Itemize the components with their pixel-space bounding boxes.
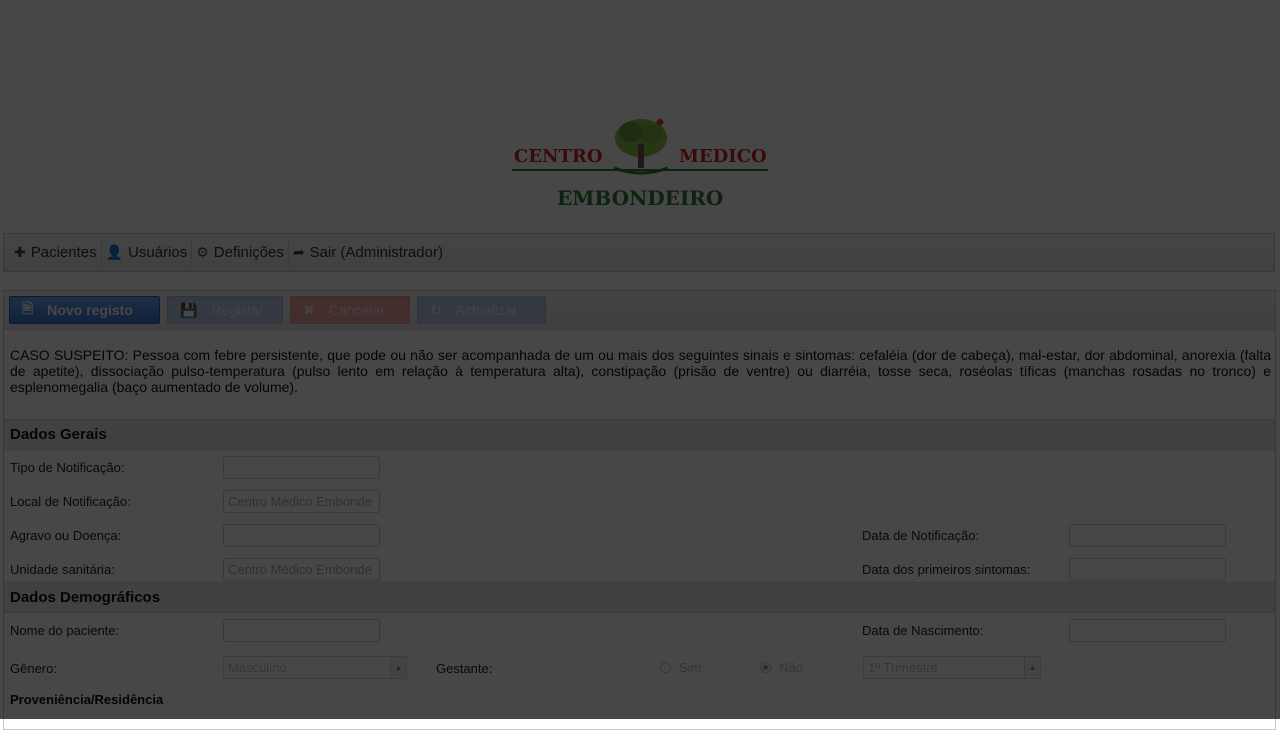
gear-icon: ⚙ <box>196 244 209 260</box>
new-record-button[interactable]: 🗎 Novo registo <box>9 296 160 324</box>
radio-sim-label: Sim <box>679 660 702 675</box>
register-button[interactable]: 💾 Registar <box>167 296 283 324</box>
logo-word-right: MEDICO <box>679 146 767 167</box>
section-dados-demograficos: Dados Demográficos <box>4 582 1275 613</box>
logo-word-bottom: EMBONDEIRO <box>557 186 724 210</box>
menu-item-label: Definições <box>213 244 284 261</box>
close-icon: ✖ <box>303 301 315 318</box>
header: CENTRO MEDICO EMBONDEIRO <box>0 0 1280 232</box>
nome-input[interactable] <box>223 619 380 642</box>
genero-label: Gênero: <box>10 661 57 676</box>
cancel-button[interactable]: ✖ Cancelar <box>290 296 410 324</box>
gestante-radio-sim[interactable]: Sim <box>660 660 701 675</box>
menu-item-usuarios[interactable]: 👤 Usuários <box>102 239 193 266</box>
radio-nao-label: Não <box>779 660 803 675</box>
menu-item-label: Pacientes <box>30 244 97 261</box>
form-panel: 🗎 Novo registo 💾 Registar ✖ Cancelar ↻ A… <box>3 290 1276 730</box>
gestante-radio-nao[interactable]: Não <box>760 660 803 675</box>
update-button[interactable]: ↻ Actualizar <box>417 296 546 324</box>
radio-dot <box>660 662 671 673</box>
nome-label: Nome do paciente: <box>10 623 120 638</box>
unidade-input[interactable] <box>223 558 380 581</box>
logo-word-left: CENTRO <box>514 146 603 167</box>
menu-item-label: Usuários <box>128 244 188 261</box>
chevron-down-icon: ▲ <box>1024 657 1040 678</box>
unidade-label: Unidade sanitária: <box>10 562 115 577</box>
document-icon: 🗎 <box>22 300 34 316</box>
row-unidade: Unidade sanitária: Data dos primeiros si… <box>4 552 1275 586</box>
logo: CENTRO MEDICO EMBONDEIRO <box>512 114 770 210</box>
main-menu: ✚ Pacientes 👤 Usuários ⚙ Definições ➦ Sa… <box>3 233 1275 272</box>
tree-logo-icon <box>613 118 669 175</box>
agravo-input[interactable] <box>223 524 380 547</box>
sign-out-icon: ➦ <box>292 244 305 260</box>
trimestre-selected: 1º Trimestre <box>868 660 938 675</box>
nascimento-label: Data de Nascimento: <box>862 623 984 638</box>
local-notificacao-label: Local de Notificação: <box>10 494 131 509</box>
case-description: CASO SUSPEITO: Pessoa com febre persiste… <box>10 347 1271 395</box>
agravo-label: Agravo ou Doença: <box>10 528 122 543</box>
gestante-label: Gestante: <box>436 661 493 676</box>
data-notificacao-label: Data de Notificação: <box>862 528 980 543</box>
proveniencia-heading: Proveniência/Residência <box>10 692 164 707</box>
data-notificacao-input[interactable] <box>1069 524 1226 547</box>
menu-item-pacientes[interactable]: ✚ Pacientes <box>10 239 102 266</box>
row-tipo-notificacao: Tipo de Notificação: <box>4 450 1275 484</box>
user-icon: 👤 <box>105 244 124 260</box>
row-local-notificacao: Local de Notificação: <box>4 484 1275 518</box>
genero-select[interactable]: Masculino ▲ <box>223 656 407 679</box>
menu-item-sair[interactable]: ➦ Sair (Administrador) <box>289 240 447 266</box>
save-icon: 💾 <box>180 301 198 318</box>
nascimento-input[interactable] <box>1069 619 1226 642</box>
trimestre-select[interactable]: 1º Trimestre ▲ <box>863 656 1041 679</box>
genero-selected: Masculino <box>228 660 287 675</box>
new-record-label: Novo registo <box>47 302 133 318</box>
row-genero: Gênero: Masculino ▲ Gestante: Sim Não 1º… <box>4 647 1275 685</box>
register-label: Registar <box>211 302 264 318</box>
refresh-icon: ↻ <box>430 301 442 318</box>
radio-dot <box>760 662 771 673</box>
cancel-label: Cancelar <box>328 302 385 318</box>
logo-divider <box>512 169 768 171</box>
local-notificacao-input[interactable] <box>223 490 380 513</box>
tipo-notificacao-label: Tipo de Notificação: <box>10 460 125 475</box>
data-sintomas-label: Data dos primeiros sintomas: <box>862 562 1031 577</box>
menu-item-label: Sair (Administrador) <box>309 244 443 261</box>
data-sintomas-input[interactable] <box>1069 558 1226 581</box>
update-label: Actualizar <box>455 302 518 318</box>
toolbar: 🗎 Novo registo 💾 Registar ✖ Cancelar ↻ A… <box>4 291 1275 330</box>
row-agravo: Agravo ou Doença: Data de Notificação: <box>4 518 1275 552</box>
menu-item-definicoes[interactable]: ⚙ Definições <box>192 239 289 266</box>
row-nome: Nome do paciente: Data de Nascimento: <box>4 613 1275 647</box>
row-proveniencia: Proveniência/Residência <box>4 685 1275 719</box>
section-dados-gerais: Dados Gerais <box>4 419 1275 450</box>
chevron-down-icon: ▲ <box>390 657 406 678</box>
tipo-notificacao-input[interactable] <box>223 456 380 479</box>
plus-icon: ✚ <box>14 244 26 260</box>
